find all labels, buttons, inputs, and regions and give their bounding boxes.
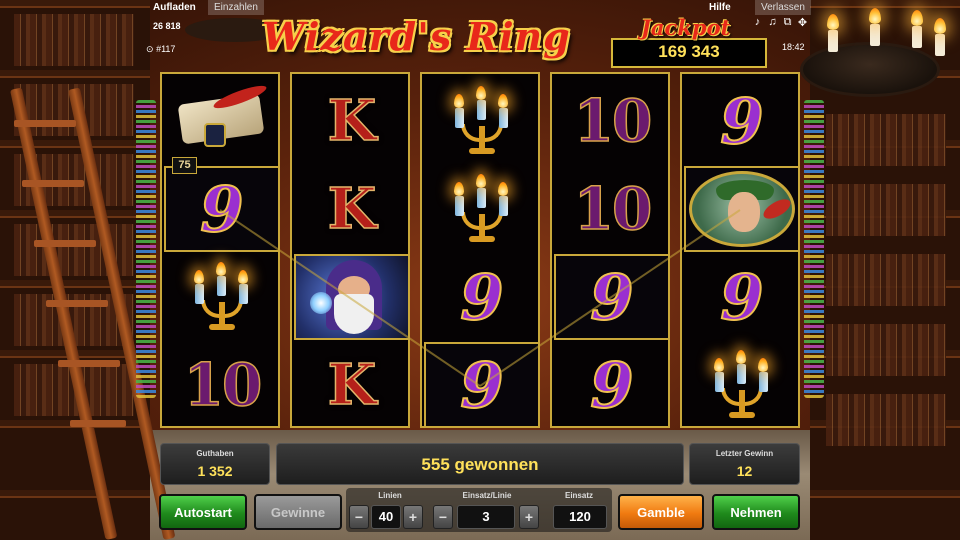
lines-label: Linien bbox=[378, 491, 402, 500]
last-win-value: 12 bbox=[736, 463, 753, 479]
reel-cell bbox=[424, 78, 540, 164]
last-win-label: Letzter Gewinn bbox=[715, 449, 774, 458]
bet-minus-button[interactable]: − bbox=[433, 505, 453, 529]
symbol-k: K bbox=[327, 351, 377, 419]
hero-symbol bbox=[689, 171, 795, 247]
reel-cell bbox=[424, 166, 540, 252]
symbol-10: 10 bbox=[573, 174, 653, 244]
symbol-9: 9 bbox=[589, 348, 634, 423]
header-icons: ♪ ♫ ⧉ ✥ bbox=[752, 16, 808, 29]
reel-1: 9 10 bbox=[160, 72, 280, 428]
balance-panel: Guthaben 1 352 bbox=[160, 443, 270, 485]
clock: 18:42 bbox=[782, 42, 805, 52]
bet-per-line-label: Einsatz/Linie bbox=[462, 491, 512, 500]
jackpot-label: Jackpot bbox=[641, 15, 731, 40]
candelabra-icon bbox=[447, 174, 517, 244]
gamble-button[interactable]: Gamble bbox=[618, 494, 704, 530]
symbol-9: 9 bbox=[719, 260, 764, 335]
leave-link[interactable]: Verlassen bbox=[755, 0, 811, 15]
bet-plus-button[interactable]: + bbox=[519, 505, 539, 529]
session-info: ⊙ #117 bbox=[146, 44, 175, 55]
symbol-9: 9 bbox=[719, 84, 764, 159]
candelabra-icon bbox=[187, 262, 257, 332]
reel-cell bbox=[684, 166, 800, 252]
candelabra-icon bbox=[707, 350, 777, 420]
symbol-9: 9 bbox=[459, 260, 504, 335]
take-button[interactable]: Nehmen bbox=[712, 494, 800, 530]
reel-cell: 10 bbox=[554, 78, 670, 164]
reel-cell bbox=[684, 342, 800, 428]
jackpot-value: 169 343 bbox=[658, 42, 720, 61]
reel-5: 99 bbox=[680, 72, 800, 428]
reel-cell: K bbox=[294, 342, 410, 428]
header-balance: 26 818 bbox=[153, 21, 181, 31]
symbol-10: 10 bbox=[573, 86, 653, 156]
reel-cell: 9 bbox=[684, 254, 800, 340]
reel-cell: K bbox=[294, 78, 410, 164]
session-id: #117 bbox=[156, 44, 176, 54]
line-markers-right bbox=[804, 100, 824, 398]
expand-icon[interactable]: ✥ bbox=[797, 16, 808, 29]
reel-cell: 9 bbox=[554, 342, 670, 428]
line-badge: 75 bbox=[172, 157, 197, 174]
bet-per-line-value: 3 bbox=[457, 505, 515, 529]
lines-plus-button[interactable]: + bbox=[403, 505, 423, 529]
win-message: 555 gewonnen bbox=[276, 443, 684, 485]
symbol-k: K bbox=[327, 175, 377, 243]
lines-minus-button[interactable]: − bbox=[349, 505, 369, 529]
reel-cell: 9 bbox=[684, 78, 800, 164]
total-bet-value: 120 bbox=[553, 505, 607, 529]
total-bet-label: Einsatz bbox=[564, 491, 593, 500]
candelabra-icon bbox=[447, 86, 517, 156]
chandelier-right bbox=[800, 42, 940, 97]
tab-reload[interactable]: Aufladen bbox=[147, 0, 202, 15]
reel-cell: 9 bbox=[424, 254, 540, 340]
reel-cell: 10 bbox=[164, 342, 280, 428]
sound-icon[interactable]: ♫ bbox=[767, 16, 778, 29]
lines-value: 40 bbox=[371, 505, 401, 529]
last-win-panel: Letzter Gewinn 12 bbox=[689, 443, 800, 485]
symbol-10: 10 bbox=[183, 350, 263, 420]
reel-cell: 10 bbox=[554, 166, 670, 252]
game-logo: Wizard's Ring bbox=[262, 14, 571, 59]
symbol-k: K bbox=[327, 87, 377, 155]
reel-2: KKK bbox=[290, 72, 410, 428]
line-markers-left bbox=[136, 100, 156, 398]
reel-cell: K bbox=[294, 166, 410, 252]
tab-deposit[interactable]: Einzahlen bbox=[208, 0, 264, 15]
reel-area: 9 10 K K K 9 9 10 10 9 9 9 9 bbox=[160, 72, 800, 428]
help-link[interactable]: Hilfe bbox=[703, 0, 737, 15]
reel-cell bbox=[164, 254, 280, 340]
session-icon: ⊙ bbox=[146, 44, 154, 54]
reel-4: 10 10 9 9 bbox=[550, 72, 670, 428]
symbol-9: 9 bbox=[199, 172, 244, 247]
ladder-decoration bbox=[10, 87, 176, 540]
game-stage: Aufladen Einzahlen 26 818 ⊙ #117 Hilfe V… bbox=[0, 0, 960, 540]
winnings-button[interactable]: Gewinne bbox=[254, 494, 342, 530]
reel-3: 99 bbox=[420, 72, 540, 428]
music-icon[interactable]: ♪ bbox=[752, 16, 763, 29]
autostart-button[interactable]: Autostart bbox=[159, 494, 247, 530]
reel-cell bbox=[164, 78, 280, 164]
fullscreen-icon[interactable]: ⧉ bbox=[782, 16, 793, 29]
balance-label: Guthaben bbox=[196, 449, 234, 458]
balance-value: 1 352 bbox=[197, 463, 233, 479]
book-scatter-symbol bbox=[170, 81, 274, 159]
